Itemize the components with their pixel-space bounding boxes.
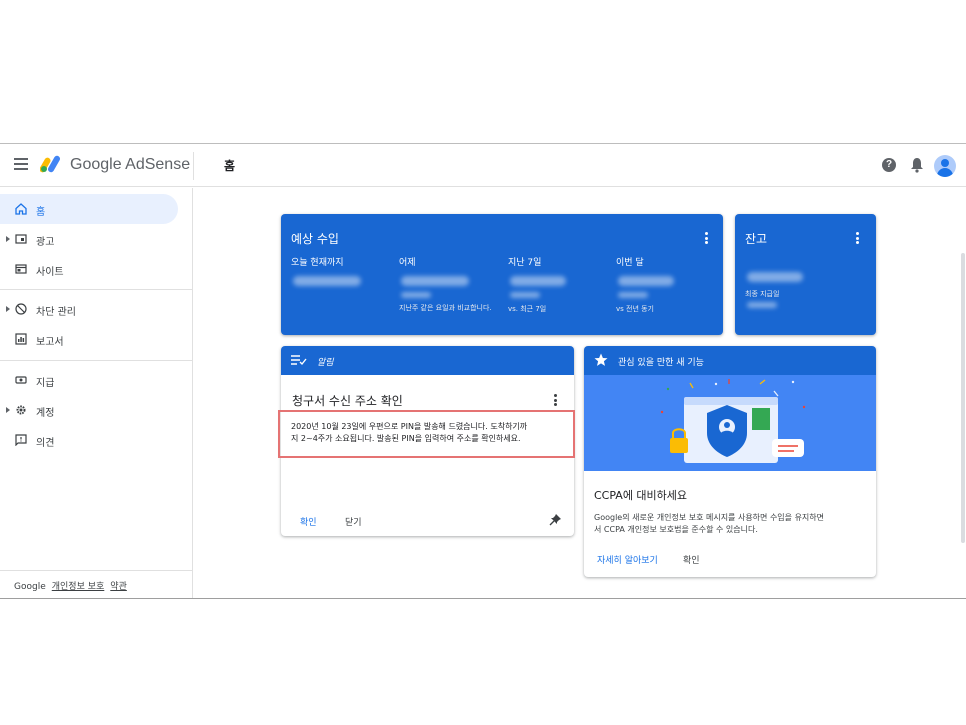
reports-icon [15, 333, 27, 345]
footer-brand: Google [14, 582, 46, 592]
block-icon [15, 303, 27, 315]
feedback-icon [15, 434, 27, 446]
earnings-delta-7days [510, 292, 540, 298]
earnings-label-today: 오늘 현재까지 [291, 258, 344, 268]
earnings-value-month [618, 276, 674, 286]
sidebar-item-label: 홈 [36, 207, 46, 218]
balance-title: 잔고 [745, 232, 768, 246]
feature-title: CCPA에 대비하세요 [594, 489, 688, 502]
sidebar-item-label: 계정 [36, 408, 55, 419]
notification-list-icon [291, 355, 307, 366]
payments-icon [15, 376, 27, 384]
feature-header: 관심 있을 만한 새 기능 [584, 346, 876, 375]
sidebar-item-account[interactable]: 계정 [0, 395, 178, 425]
feature-header-label: 관심 있을 만한 새 기능 [618, 358, 704, 368]
sidebar-divider [0, 570, 193, 571]
sidebar: 홈 광고 사이트 차단 관리 보고서 지급 계정 의견 Google 개인정보 … [0, 188, 193, 598]
more-options-icon[interactable] [705, 232, 709, 244]
earnings-delta-month [618, 292, 648, 298]
earnings-note-month: vs 전년 동기 [616, 305, 654, 313]
sidebar-item-label: 차단 관리 [36, 307, 76, 318]
sidebar-item-label: 광고 [36, 237, 55, 248]
balance-card: 잔고 최종 지급일 [735, 214, 876, 335]
expand-caret-icon[interactable] [6, 236, 10, 242]
sidebar-item-label: 보고서 [36, 337, 64, 348]
top-bar: Google AdSense 홈 ? [0, 144, 966, 187]
sidebar-item-home[interactable]: 홈 [0, 194, 178, 224]
learn-more-button[interactable]: 자세히 알아보기 [597, 553, 658, 566]
sidebar-item-label: 지급 [36, 378, 55, 389]
alert-close-button[interactable]: 닫기 [345, 515, 362, 528]
earnings-card: 예상 수입 오늘 현재까지 어제 지난주 같은 요일과 비교합니다. 지난 7일… [281, 214, 723, 335]
sidebar-item-label: 사이트 [36, 267, 64, 278]
earnings-note-7days: vs. 최근 7일 [508, 305, 547, 313]
gear-icon [16, 405, 26, 415]
new-feature-card: 관심 있을 만한 새 기능 CCPA에 대비하세요 Google의 새로운 개인… [584, 346, 876, 577]
adsense-logo-icon [40, 155, 60, 173]
account-avatar[interactable] [934, 155, 956, 177]
more-options-icon[interactable] [856, 232, 860, 244]
sidebar-divider [0, 360, 193, 361]
ads-icon [15, 234, 27, 244]
page-title: 홈 [224, 159, 236, 173]
app-window: Google AdSense 홈 ? 홈 광고 사이트 차단 관리 보고서 지급… [0, 143, 966, 599]
highlight-box [278, 410, 575, 458]
sidebar-footer: Google 개인정보 보호 약관 [14, 579, 127, 592]
feature-confirm-button[interactable]: 확인 [683, 553, 700, 566]
sidebar-item-sites[interactable]: 사이트 [0, 254, 178, 284]
balance-note: 최종 지급일 [745, 290, 780, 298]
home-icon [15, 203, 27, 215]
feature-body-line: Google의 새로운 개인정보 보호 메시지를 사용하면 수입을 유지하면 [594, 513, 825, 522]
earnings-label-7days: 지난 7일 [508, 258, 542, 268]
privacy-illustration [584, 375, 876, 471]
sidebar-item-blocking[interactable]: 차단 관리 [0, 294, 178, 324]
earnings-delta-yesterday [401, 292, 431, 298]
feature-body: Google의 새로운 개인정보 보호 메시지를 사용하면 수입을 유지하면 서… [594, 512, 824, 536]
balance-value [747, 272, 803, 282]
sidebar-item-feedback[interactable]: 의견 [0, 425, 178, 455]
alert-title: 청구서 수신 주소 확인 [292, 394, 403, 408]
terms-link[interactable]: 약관 [110, 582, 127, 592]
earnings-title: 예상 수입 [291, 232, 339, 246]
earnings-value-yesterday [401, 276, 469, 286]
earnings-label-yesterday: 어제 [399, 258, 416, 268]
earnings-note-yesterday: 지난주 같은 요일과 비교합니다. [399, 304, 492, 312]
alerts-header-label: 알림 [317, 358, 334, 368]
star-icon [594, 353, 608, 366]
top-divider [193, 152, 194, 180]
sidebar-item-payments[interactable]: 지급 [0, 365, 178, 395]
alert-confirm-button[interactable]: 확인 [300, 515, 317, 528]
feature-body-line: 서 CCPA 개인정보 보호법을 준수할 수 있습니다. [594, 525, 758, 534]
sidebar-item-ads[interactable]: 광고 [0, 224, 178, 254]
notifications-bell-icon[interactable] [910, 157, 924, 173]
sidebar-divider [0, 289, 193, 290]
earnings-label-month: 이번 달 [616, 258, 644, 268]
earnings-value-today [293, 276, 361, 286]
more-options-icon[interactable] [554, 394, 558, 406]
balance-last-payment-date [747, 302, 777, 308]
menu-icon[interactable] [14, 158, 28, 170]
pin-icon[interactable] [549, 513, 562, 526]
alerts-header: 알림 [281, 346, 574, 375]
sidebar-item-reports[interactable]: 보고서 [0, 324, 178, 354]
sidebar-item-label: 의견 [36, 438, 55, 449]
expand-caret-icon[interactable] [6, 306, 10, 312]
earnings-value-7days [510, 276, 566, 286]
sites-icon [15, 264, 27, 274]
privacy-link[interactable]: 개인정보 보호 [52, 582, 105, 592]
expand-caret-icon[interactable] [6, 407, 10, 413]
help-icon[interactable]: ? [882, 158, 896, 172]
brand-name: Google AdSense [70, 156, 191, 173]
scrollbar[interactable] [961, 253, 965, 543]
